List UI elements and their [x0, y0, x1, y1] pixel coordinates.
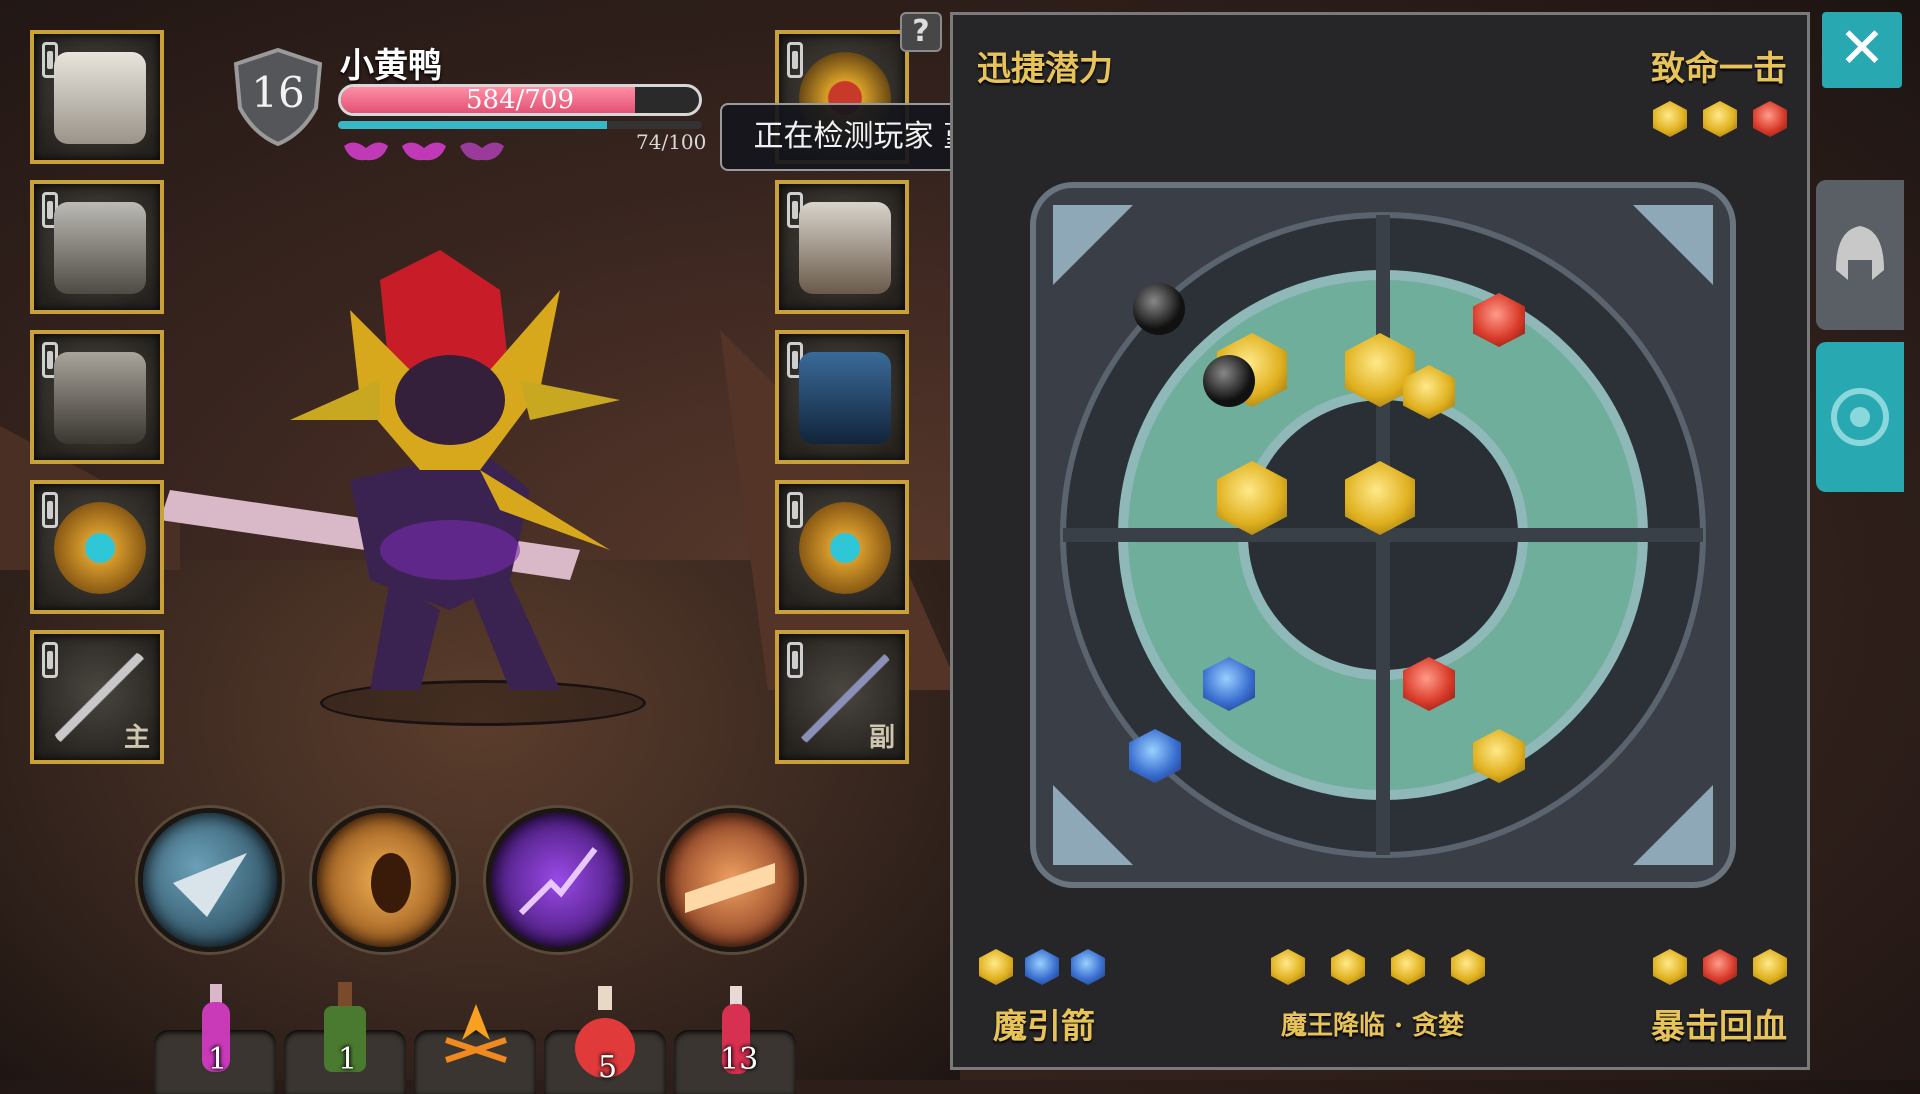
blue-gem-icon: [1025, 949, 1059, 985]
mp-bar-fill: [338, 121, 608, 129]
life-icon: [460, 142, 504, 161]
gold-gem-icon: [1391, 949, 1425, 985]
skill-shadow[interactable]: [486, 808, 630, 952]
black-orb-icon[interactable]: [1133, 283, 1185, 335]
gold-gem-icon: [1653, 949, 1687, 985]
potion-count: 1: [208, 1042, 228, 1077]
lock-icon: [42, 492, 58, 528]
equip-slot-ring-right[interactable]: [775, 480, 909, 614]
charge-skill-icon: [685, 863, 775, 913]
potion-slot[interactable]: 1: [154, 984, 276, 1094]
dash-skill-icon: [371, 853, 411, 913]
target-tab[interactable]: [1816, 342, 1904, 492]
chest-armor-icon: [54, 202, 146, 294]
skill-dash[interactable]: [312, 808, 456, 952]
blue-gem-icon: [1071, 949, 1105, 985]
panel-title-bottom-right: 暴击回血: [1651, 1007, 1787, 1047]
red-gem-icon: [1753, 101, 1787, 137]
helmet-icon: [54, 52, 146, 144]
equip-slot-gloves[interactable]: [775, 180, 909, 314]
campfire-icon: [445, 1004, 507, 1063]
skill-charge[interactable]: [660, 808, 804, 952]
player-level: 16: [251, 68, 305, 117]
boots-icon: [799, 352, 891, 444]
black-orb-icon[interactable]: [1203, 355, 1255, 407]
potion-slot[interactable]: 5: [544, 986, 666, 1094]
gold-gem-icon: [1451, 949, 1485, 985]
gem-socket-panel: 迅捷潜力 致命一击 魔引箭 魔王降临 · 贪婪 暴击回血: [950, 12, 1810, 1070]
gold-gem-icon: [1753, 949, 1787, 985]
lock-icon: [787, 492, 803, 528]
panel-title-bottom-mid: 魔王降临 · 贪婪: [1281, 1011, 1465, 1041]
shadow-skill-icon: [518, 847, 598, 916]
lock-icon: [787, 42, 803, 78]
equip-slot-ring-left[interactable]: [30, 480, 164, 614]
panel-title-top-left: 迅捷潜力: [977, 49, 1113, 89]
gold-gem-icon: [1653, 101, 1687, 137]
close-button[interactable]: ✕: [1822, 12, 1902, 88]
potion-slot[interactable]: [414, 1004, 536, 1094]
gold-gem-icon: [979, 949, 1013, 985]
blade-skill-icon: [173, 853, 247, 917]
potion-count: 1: [338, 1042, 358, 1077]
hp-text: 584/709: [465, 85, 574, 115]
mp-text: 74/100: [636, 130, 707, 154]
player-character: [160, 250, 620, 690]
rune-wheel: [1030, 182, 1736, 888]
main-weapon-tag: 主: [123, 723, 150, 753]
helmet-tab[interactable]: [1816, 180, 1904, 330]
gold-gem-icon: [1703, 101, 1737, 137]
ring-icon: [799, 502, 891, 594]
player-name: 小黄鸭: [340, 46, 442, 86]
gold-gem-icon: [1271, 949, 1305, 985]
gloves-icon: [799, 202, 891, 294]
gem-row-top-right: [1653, 101, 1787, 137]
shoulder-armor-icon: [54, 352, 146, 444]
skill-blade[interactable]: [138, 808, 282, 952]
red-gem-icon: [1703, 949, 1737, 985]
life-icon: [344, 142, 388, 161]
panel-title-bottom-left: 魔引箭: [993, 1007, 1095, 1047]
ring-icon: [54, 502, 146, 594]
mp-bar: [338, 121, 702, 129]
life-icon: [402, 142, 446, 161]
equip-slot-helmet[interactable]: [30, 30, 164, 164]
gold-gem-icon: [1331, 949, 1365, 985]
help-button[interactable]: ?: [900, 12, 942, 52]
panel-title-top-right: 致命一击: [1651, 49, 1787, 89]
equip-slot-boots[interactable]: [775, 330, 909, 464]
equip-slot-shoulder[interactable]: [30, 330, 164, 464]
potion-count: 13: [720, 1042, 759, 1077]
gem-row-bottom-mid: [1271, 949, 1485, 985]
potion-slot[interactable]: 1: [284, 982, 406, 1094]
off-weapon-tag: 副: [868, 723, 895, 753]
helmet-tab-icon: [1836, 226, 1884, 280]
lives-row: [342, 138, 506, 164]
potion-slot[interactable]: 13: [674, 986, 796, 1094]
gem-row-bottom-left: [979, 949, 1105, 985]
equip-slot-chest[interactable]: [30, 180, 164, 314]
equip-slot-off-weapon[interactable]: 副: [775, 630, 909, 764]
gem-row-bottom-right: [1653, 949, 1787, 985]
target-tab-icon: [1831, 388, 1889, 446]
equip-slot-main-weapon[interactable]: 主: [30, 630, 164, 764]
